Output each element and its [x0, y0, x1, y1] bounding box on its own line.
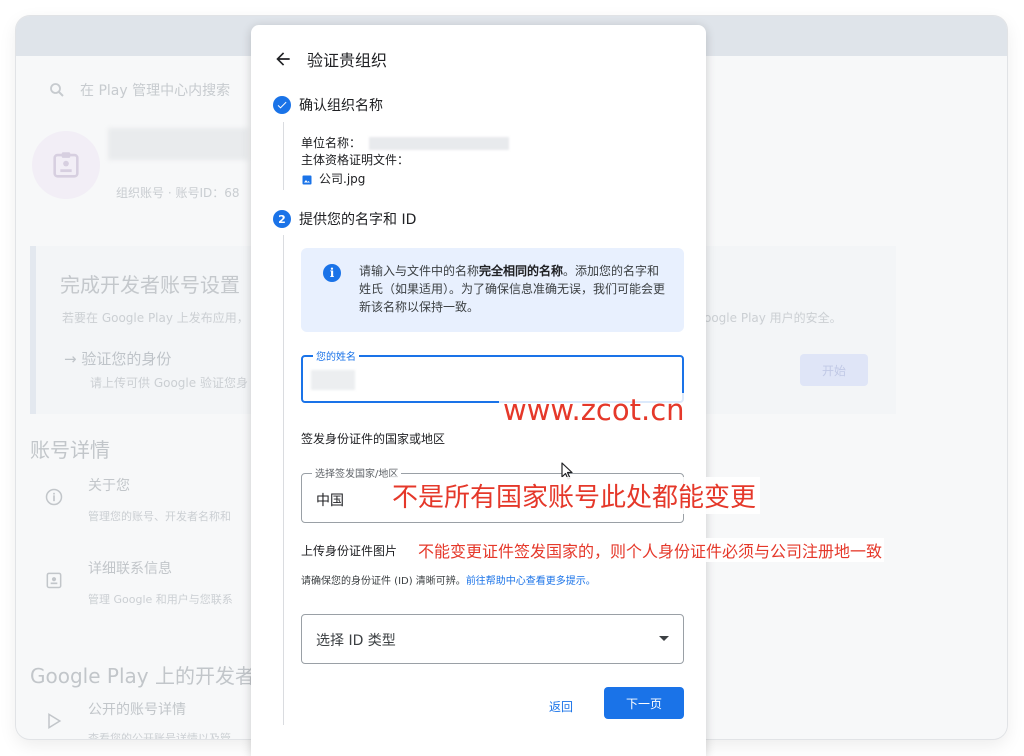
setup-card-desc-right: oogle Play 用户的安全。	[704, 311, 842, 325]
search-placeholder: 在 Play 管理中心内搜索	[80, 83, 231, 99]
verify-organization-dialog: 验证贵组织 确认组织名称 单位名称： 主体资格证明文件： 公司.jpg 2 提供…	[251, 25, 706, 756]
upload-help-text: 请确保您的身份证件 (ID) 清晰可辨。	[301, 576, 466, 587]
annotation-note-1: 不是所有国家账号此处都能变更	[388, 477, 761, 514]
play-store-icon	[48, 712, 62, 730]
id-type-placeholder: 选择 ID 类型	[316, 633, 396, 649]
step-2: 2 提供您的名字和 ID	[273, 209, 416, 229]
step-connector	[283, 235, 284, 725]
dropdown-caret-icon	[659, 636, 669, 641]
info-text: 请输入与文件中的名称完全相同的名称。添加您的名字和姓氏（如果适用）。为了确保信息…	[359, 262, 665, 316]
info-outline-icon	[45, 488, 63, 506]
start-button: 开始	[800, 354, 868, 386]
watermark-text: www.zcot.cn	[499, 393, 689, 427]
redacted-org-name	[369, 137, 510, 150]
upload-label: 上传身份证件图片	[301, 544, 398, 558]
avatar	[32, 131, 100, 199]
verify-identity-label: 验证您的身份	[81, 350, 172, 368]
step-1-label: 确认组织名称	[299, 98, 383, 114]
info-text-bold: 完全相同的名称	[479, 264, 564, 278]
country-section-label: 签发身份证件的国家或地区	[301, 432, 446, 446]
public-account-sub: 查看您的公开账号详情以及管	[88, 732, 231, 739]
verify-identity-item: → 验证您的身份	[64, 350, 172, 368]
redacted-account-name	[108, 128, 248, 160]
setup-card-desc: 若要在 Google Play 上发布应用，	[62, 311, 249, 325]
verify-identity-sub: 请上传可供 Google 验证您身	[90, 376, 248, 390]
setup-card-title: 完成开发者账号设置	[60, 273, 240, 297]
about-you-sub: 管理您的账号、开发者名称和	[88, 510, 231, 523]
annotation-note-2: 不能变更证件签发国家的，则个人身份证件必须与公司注册地一致	[416, 538, 885, 562]
uploaded-file[interactable]: 公司.jpg	[301, 171, 509, 188]
step-1: 确认组织名称	[273, 95, 383, 115]
contact-card-icon	[46, 572, 62, 589]
background-search: 在 Play 管理中心内搜索	[48, 80, 230, 100]
doc-label: 主体资格证明文件：	[301, 153, 410, 167]
name-field-label: 您的姓名	[313, 348, 359, 363]
step-1-summary: 单位名称： 主体资格证明文件： 公司.jpg	[301, 135, 510, 188]
contact-details-title: 详细联系信息	[88, 561, 172, 577]
dialog-header: 验证贵组织	[273, 47, 387, 71]
org-name-label: 单位名称：	[301, 136, 362, 150]
dialog-title: 验证贵组织	[307, 51, 388, 70]
info-text-pre: 请输入与文件中的名称	[359, 264, 480, 278]
back-arrow-icon[interactable]	[273, 49, 293, 69]
file-name: 公司.jpg	[319, 172, 366, 186]
contact-details-sub: 管理 Google 和用户与您联系	[88, 593, 233, 606]
account-subtitle: 组织账号 · 账号ID：68	[116, 186, 240, 200]
account-details-heading: 账号详情	[30, 438, 110, 462]
info-banner: i 请输入与文件中的名称完全相同的名称。添加您的名字和姓氏（如果适用）。为了确保…	[301, 248, 684, 332]
image-file-icon	[302, 175, 312, 184]
check-circle-icon	[273, 96, 291, 114]
play-developer-heading: Google Play 上的开发者	[30, 664, 255, 688]
next-button[interactable]: 下一页	[604, 687, 684, 719]
id-type-select[interactable]: 选择 ID 类型	[301, 614, 684, 664]
upload-help: 请确保您的身份证件 (ID) 清晰可辨。前往帮助中心查看更多提示。	[301, 572, 596, 587]
help-center-link[interactable]: 前往帮助中心查看更多提示。	[466, 576, 596, 587]
info-icon: i	[323, 264, 341, 282]
search-icon	[50, 83, 64, 97]
about-you-title: 关于您	[88, 478, 130, 494]
id-badge-icon	[53, 152, 79, 178]
country-value: 中国	[316, 493, 344, 509]
redacted-name-value	[311, 370, 355, 390]
public-account-title: 公开的账号详情	[88, 702, 186, 718]
step-connector	[283, 122, 284, 190]
step-2-label: 提供您的名字和 ID	[299, 212, 417, 228]
step-number-badge: 2	[273, 210, 291, 228]
back-button[interactable]: 返回	[535, 691, 587, 721]
